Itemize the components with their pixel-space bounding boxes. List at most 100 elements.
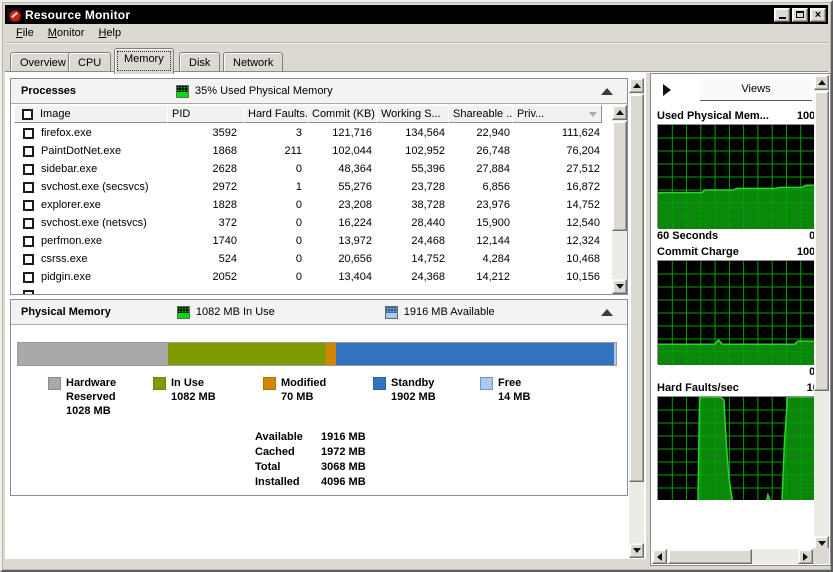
close-button[interactable]: × — [810, 7, 826, 22]
process-value-cell: 26,748 — [476, 145, 510, 157]
process-checkbox[interactable] — [23, 271, 34, 283]
tab-cpu[interactable]: CPU — [68, 52, 112, 73]
column-header-commitkb[interactable]: Commit (KB) — [307, 105, 377, 123]
column-label: PID — [172, 108, 191, 120]
scroll-down-button[interactable] — [629, 543, 644, 558]
column-header-priv[interactable]: Priv... — [512, 105, 602, 123]
process-checkbox[interactable] — [23, 289, 34, 294]
tab-overview[interactable]: Overview — [10, 52, 76, 73]
process-checkbox[interactable] — [23, 181, 34, 193]
process-checkbox[interactable] — [23, 217, 34, 229]
stat-value: 1916 MB — [321, 431, 366, 443]
tab-disk[interactable]: Disk — [179, 52, 221, 73]
graphs-panel-vscrollbar[interactable] — [814, 75, 829, 551]
maximize-button[interactable] — [792, 7, 808, 22]
legend-item: Hardware Reserved 1028 MB — [48, 376, 138, 418]
arrow-down-icon — [632, 548, 641, 553]
process-value-cell: 23,976 — [476, 199, 510, 211]
process-image-cell: csrss.exe — [15, 253, 169, 265]
collapse-physical-memory-button[interactable] — [601, 309, 613, 316]
process-row[interactable]: pidgin.exe 2052 0 13,404 24,368 14,212 10,156 — [15, 268, 611, 286]
column-header-pid[interactable]: PID — [167, 105, 244, 123]
process-value-cell: 23,208 — [338, 199, 372, 211]
scroll-up-button[interactable] — [612, 105, 627, 120]
process-checkbox[interactable] — [23, 199, 34, 211]
views-button[interactable]: Views — [700, 78, 812, 101]
legend-swatch — [373, 377, 386, 390]
process-row[interactable]: explorer.exe 1828 0 23,208 38,728 23,976 14,75… — [15, 196, 611, 214]
arrow-right-icon — [663, 84, 671, 96]
scroll-left-button[interactable] — [652, 549, 667, 564]
process-value-cell: 27,512 — [566, 163, 600, 175]
process-checkbox[interactable] — [23, 127, 34, 139]
legend-value: 70 MB — [281, 391, 314, 403]
graph-scale-top: 100% — [796, 246, 815, 258]
stat-value: 3068 MB — [321, 461, 366, 473]
minimize-button[interactable] — [774, 7, 790, 22]
graph-footer-row: 0% — [657, 364, 815, 380]
column-label: Working S... — [381, 108, 441, 120]
column-header-shareable[interactable]: Shareable ... — [448, 105, 513, 123]
column-header-image[interactable]: Image — [14, 105, 168, 123]
legend-item: Standby 1902 MB — [373, 376, 436, 404]
process-value-cell: 27,884 — [476, 163, 510, 175]
tab-memory[interactable]: Memory — [114, 48, 174, 74]
process-value-cell: 10,156 — [566, 271, 600, 283]
scroll-thumb[interactable] — [814, 91, 829, 391]
column-header-hardfaults[interactable]: Hard Faults... — [243, 105, 308, 123]
process-table-scrollbar[interactable] — [612, 105, 627, 294]
legend-value: 1028 MB — [66, 405, 111, 417]
legend-label: In Use — [171, 377, 205, 389]
process-value-cell: 12,324 — [566, 235, 600, 247]
menu-item-file[interactable]: File — [9, 25, 41, 41]
process-checkbox[interactable] — [23, 235, 34, 247]
process-checkbox[interactable] — [23, 163, 34, 175]
process-row[interactable]: csrss.exe 524 0 20,656 14,752 4,284 10,468 — [15, 250, 611, 268]
scroll-thumb[interactable] — [668, 549, 752, 564]
arrow-right-icon — [803, 552, 808, 561]
process-checkbox[interactable] — [23, 253, 34, 265]
stat-label: Total — [255, 461, 281, 473]
graphs-panel: Views Used Physical Mem... 100% 60 Seconds… — [650, 73, 831, 566]
process-value-cell: 134,564 — [405, 127, 445, 139]
process-row[interactable]: firefox.exe 3592 3 121,716 134,564 22,940 111,… — [15, 124, 611, 142]
column-header-workings[interactable]: Working S... — [376, 105, 449, 123]
graphs-panel-hscrollbar[interactable] — [652, 549, 813, 564]
menu-item-help[interactable]: Help — [91, 25, 128, 41]
process-row[interactable]: PaintDotNet.exe 1868 211 102,044 102,952 26,7… — [15, 142, 611, 160]
scroll-up-button[interactable] — [629, 78, 644, 93]
scroll-down-button[interactable] — [612, 279, 627, 294]
column-label: Hard Faults... — [248, 108, 308, 120]
process-image-cell: perfmon.exe — [15, 235, 169, 247]
tab-network[interactable]: Network — [223, 52, 284, 73]
scrollbar-corner — [813, 548, 829, 564]
process-row[interactable]: perfmon.exe 1740 0 13,972 24,468 12,144 12,324 — [15, 232, 611, 250]
scroll-thumb[interactable] — [629, 94, 644, 482]
process-value-cell: 24,468 — [411, 235, 445, 247]
process-row[interactable]: svchost.exe (netsvcs) 372 0 16,224 28,440 15,… — [15, 214, 611, 232]
collapse-panel-button[interactable] — [663, 83, 677, 97]
process-row[interactable]: sidebar.exe 2628 0 48,364 55,396 27,884 27,512 — [15, 160, 611, 178]
close-icon: × — [814, 8, 822, 21]
legend-swatch — [153, 377, 166, 390]
process-checkbox[interactable] — [23, 145, 34, 157]
scroll-right-button[interactable] — [798, 549, 813, 564]
left-panel-scrollbar[interactable] — [629, 78, 644, 558]
process-row[interactable]: svchost.exe (secsvcs) 2972 1 55,276 23,728 6,… — [15, 178, 611, 196]
memory-legend: Hardware Reserved 1028 MB In Use 1082 MB Mod… — [11, 376, 627, 428]
process-value-cell: 0 — [295, 253, 302, 265]
menu-item-monitor[interactable]: Monitor — [41, 25, 92, 41]
process-row-partial[interactable] — [15, 286, 611, 294]
scroll-up-button[interactable] — [814, 75, 829, 90]
process-value-cell: 211 — [284, 145, 302, 157]
process-name: explorer.exe — [41, 199, 101, 211]
select-all-checkbox[interactable] — [22, 108, 33, 120]
process-image-cell: pidgin.exe — [15, 271, 169, 283]
tab-bar: Overview CPU Memory Disk Network — [5, 46, 828, 74]
menu-bar: File Monitor Help — [5, 24, 828, 43]
legend-label: Free — [498, 377, 522, 389]
scroll-thumb[interactable] — [612, 121, 627, 231]
graphs-toolbar: Views — [653, 78, 812, 102]
process-value-cell: 76,204 — [566, 145, 600, 157]
collapse-processes-button[interactable] — [601, 88, 613, 95]
